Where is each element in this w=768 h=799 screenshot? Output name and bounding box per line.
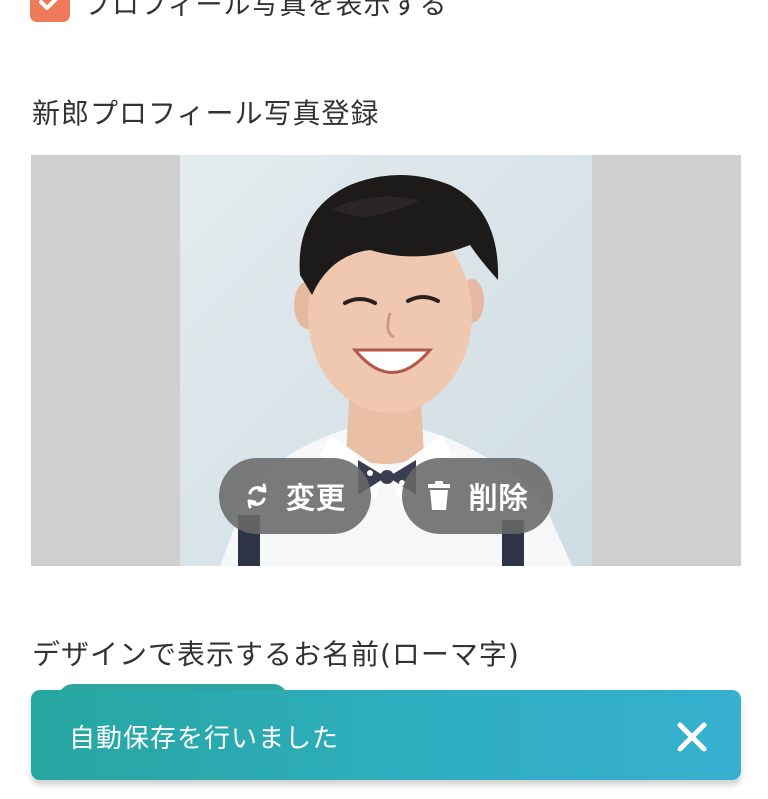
display-name-title: デザインで表示するお名前(ローマ字) — [32, 638, 520, 671]
change-photo-label: 変更 — [285, 481, 346, 515]
checkmark-icon — [39, 0, 58, 10]
autosave-toast: 自動保存を行いました — [31, 690, 741, 780]
delete-photo-label: 削除 — [468, 481, 529, 515]
profile-photo-checkbox[interactable] — [30, 0, 70, 22]
show-profile-photo-option[interactable]: プロフィール写真を表示する — [30, 0, 447, 22]
change-photo-button[interactable]: 変更 — [219, 458, 371, 534]
autosave-toast-message: 自動保存を行いました — [69, 724, 340, 754]
groom-photo-frame — [31, 155, 741, 566]
groom-photo-title: 新郎プロフィール写真登録 — [32, 97, 380, 130]
refresh-icon — [244, 481, 270, 511]
delete-photo-button[interactable]: 削除 — [402, 458, 553, 534]
close-icon[interactable] — [675, 720, 709, 754]
profile-photo-checkbox-label: プロフィール写真を表示する — [84, 0, 448, 21]
trash-icon — [426, 481, 452, 511]
